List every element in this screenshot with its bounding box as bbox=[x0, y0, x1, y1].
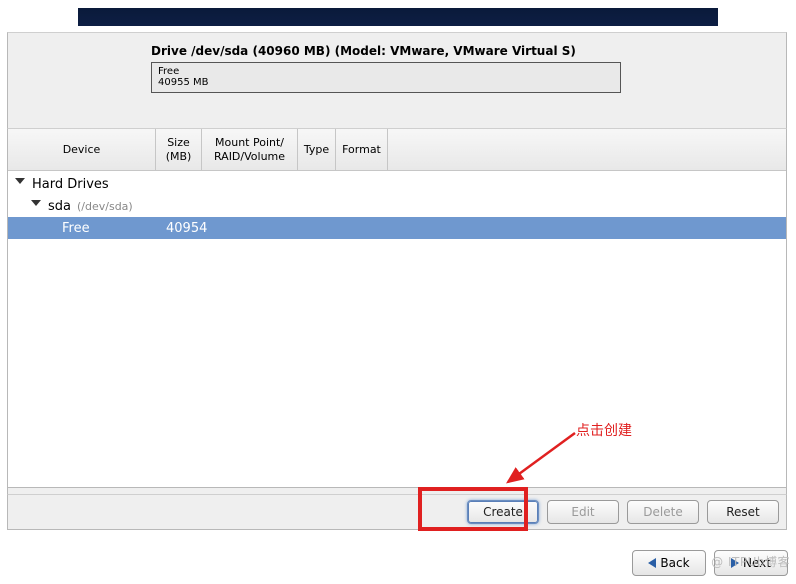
tree-node-sda[interactable]: sda (/dev/sda) bbox=[8, 195, 786, 217]
partition-table-panel: Device Size (MB) Mount Point/ RAID/Volum… bbox=[7, 128, 787, 488]
reset-button[interactable]: Reset bbox=[707, 500, 779, 524]
next-button[interactable]: Next bbox=[714, 550, 788, 576]
delete-button: Delete bbox=[627, 500, 699, 524]
drive-segment-box[interactable]: Free 40955 MB bbox=[151, 62, 621, 93]
tree-label: Hard Drives bbox=[32, 177, 109, 192]
back-button[interactable]: Back bbox=[632, 550, 706, 576]
table-header-row: Device Size (MB) Mount Point/ RAID/Volum… bbox=[8, 129, 786, 171]
partition-action-bar: Create Edit Delete Reset bbox=[7, 494, 787, 530]
create-button[interactable]: Create bbox=[467, 500, 539, 524]
column-type[interactable]: Type bbox=[298, 129, 336, 170]
device-path: (/dev/sda) bbox=[77, 200, 133, 213]
size-value: 40954 bbox=[166, 221, 212, 236]
drive-segment-label: Free bbox=[158, 66, 614, 77]
column-format[interactable]: Format bbox=[336, 129, 388, 170]
column-mount[interactable]: Mount Point/ RAID/Volume bbox=[202, 129, 298, 170]
chevron-down-icon[interactable] bbox=[30, 200, 42, 212]
partition-tree: Hard Drives sda (/dev/sda) Free 40954 bbox=[8, 171, 786, 239]
tree-label: Free bbox=[14, 221, 162, 236]
tree-node-free[interactable]: Free 40954 bbox=[8, 217, 786, 239]
drive-title: Drive /dev/sda (40960 MB) (Model: VMware… bbox=[151, 44, 631, 58]
arrow-right-icon bbox=[731, 558, 739, 568]
drive-segment-size: 40955 MB bbox=[158, 77, 614, 88]
title-banner bbox=[78, 8, 718, 26]
column-size[interactable]: Size (MB) bbox=[156, 129, 202, 170]
tree-label: sda bbox=[48, 199, 71, 214]
column-device[interactable]: Device bbox=[8, 129, 156, 170]
wizard-nav-bar: Back Next bbox=[632, 550, 788, 576]
arrow-left-icon bbox=[648, 558, 656, 568]
drive-summary: Drive /dev/sda (40960 MB) (Model: VMware… bbox=[151, 44, 631, 93]
edit-button: Edit bbox=[547, 500, 619, 524]
annotation-text: 点击创建 bbox=[576, 420, 632, 440]
chevron-down-icon[interactable] bbox=[14, 178, 26, 190]
tree-node-hard-drives[interactable]: Hard Drives bbox=[8, 173, 786, 195]
